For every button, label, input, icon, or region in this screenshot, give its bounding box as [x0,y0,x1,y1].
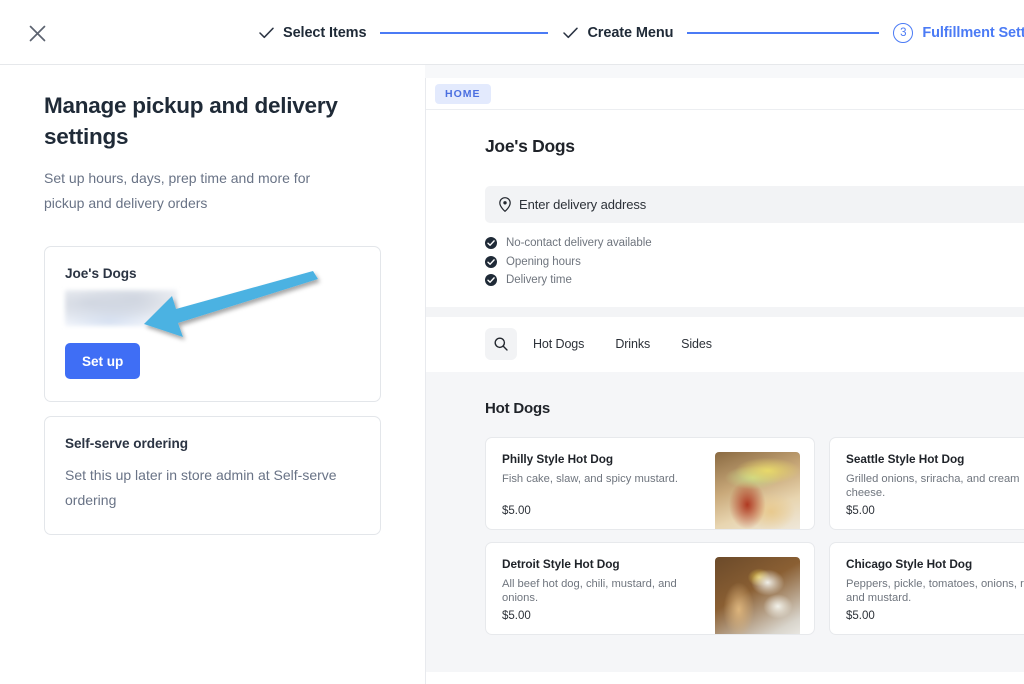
location-pin-icon [499,197,511,212]
menu-item-card[interactable]: Seattle Style Hot Dog Grilled onions, sr… [829,436,1024,530]
store-preview-panel: HOME Joe's Dogs Enter delivery address N… [425,65,1024,684]
store-card-title: Joe's Dogs [65,266,137,281]
feature-label: Delivery time [506,274,572,287]
menu-item-price: $5.00 [502,609,531,622]
menu-section: Hot Dogs Philly Style Hot Dog Fish cake,… [426,371,1024,672]
category-tab-hot-dogs[interactable]: Hot Dogs [533,337,584,351]
settings-panel: Manage pickup and delivery settings Set … [0,65,425,684]
step-label-create-menu: Create Menu [587,24,674,41]
category-tab-drinks[interactable]: Drinks [615,337,650,351]
store-feature-list: No-contact delivery available Opening ho… [485,234,1024,307]
step-create-menu[interactable]: Create Menu [562,25,673,41]
menu-item-grid: Philly Style Hot Dog Fish cake, slaw, an… [485,436,1024,635]
feature-label: No-contact delivery available [506,237,652,250]
menu-item-price: $5.00 [846,504,875,517]
self-serve-ordering-card: Self-serve ordering Set this up later in… [44,416,381,535]
check-icon [562,25,578,41]
menu-item-description: Peppers, pickle, tomatoes, onions, relis… [846,577,1024,605]
menu-item-image [715,556,800,634]
close-button[interactable] [22,18,52,48]
step-connector-1 [380,31,549,34]
step-connector-2 [687,31,880,34]
check-circle-icon [485,274,497,287]
self-serve-card-title: Self-serve ordering [65,436,188,451]
menu-item-card[interactable]: Philly Style Hot Dog Fish cake, slaw, an… [485,436,815,530]
check-circle-icon [485,255,497,268]
menu-item-price: $5.00 [846,609,875,622]
search-button[interactable] [485,328,517,360]
wizard-header: Select Items Create Menu 3 Fulfillment S… [0,0,1024,65]
menu-item-card[interactable]: Chicago Style Hot Dog Peppers, pickle, t… [829,541,1024,635]
menu-item-image [715,451,800,529]
menu-item-name: Chicago Style Hot Dog [846,556,973,571]
feature-row: Delivery time [485,271,1024,290]
category-tab-sides[interactable]: Sides [681,337,712,351]
delivery-address-placeholder: Enter delivery address [519,197,647,212]
menu-search-bar: Hot Dogs Drinks Sides [426,316,1024,372]
progress-stepper: Select Items Create Menu 3 Fulfillment S… [258,0,1024,65]
page-body: Manage pickup and delivery settings Set … [0,65,1024,684]
self-serve-card-description: Set this up later in store admin at Self… [65,467,337,508]
redacted-address [65,290,177,326]
step-select-items[interactable]: Select Items [258,24,367,41]
menu-item-description: Fish cake, slaw, and spicy mustard. [502,472,678,485]
section-divider [426,306,1024,317]
menu-item-description: All beef hot dog, chili, mustard, and on… [502,577,677,605]
close-icon [29,25,45,41]
check-circle-icon [485,237,497,250]
menu-section-heading: Hot Dogs [485,399,551,417]
home-tab-chip[interactable]: HOME [435,83,491,104]
feature-row: Opening hours [485,253,1024,272]
page-title: Manage pickup and delivery settings [44,93,338,149]
search-icon [494,337,508,351]
preview-frame: HOME Joe's Dogs Enter delivery address N… [425,78,1024,684]
category-tabs: Hot Dogs Drinks Sides [533,337,743,351]
feature-row: No-contact delivery available [485,234,1024,253]
delivery-address-bar[interactable]: Enter delivery address [485,186,1024,223]
step-number-badge: 3 [893,22,914,43]
step-label-fulfillment-settings: Fulfillment Settings [922,24,1024,41]
menu-item-card[interactable]: Detroit Style Hot Dog All beef hot dog, … [485,541,815,635]
menu-item-name: Seattle Style Hot Dog [846,451,965,466]
preview-store-name: Joe's Dogs [485,136,575,156]
store-setup-card: Joe's Dogs Set up [44,246,381,402]
page-subtitle: Set up hours, days, prep time and more f… [44,170,311,211]
feature-label: Opening hours [506,255,581,268]
step-fulfillment-settings[interactable]: 3 Fulfillment Settings [893,22,1024,43]
store-hero: Joe's Dogs Enter delivery address No-con… [426,110,1024,307]
preview-tab-bar: HOME [426,78,1024,110]
menu-item-price: $5.00 [502,504,531,517]
step-label-select-items: Select Items [283,24,367,41]
menu-item-description: Grilled onions, sriracha, and cream chee… [846,472,1020,500]
set-up-button[interactable]: Set up [65,343,141,379]
check-icon [258,25,274,41]
